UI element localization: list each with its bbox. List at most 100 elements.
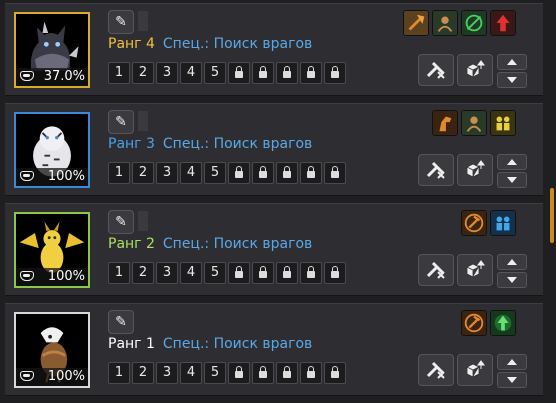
green-up-arrow-icon[interactable] (490, 310, 516, 336)
health-value: 100% (47, 269, 85, 284)
triangle-up-icon (507, 159, 517, 165)
skill-slot[interactable]: 1 (108, 162, 130, 184)
release-button[interactable] (418, 54, 454, 86)
move-up-button[interactable] (497, 54, 527, 70)
pencil-icon: ✎ (115, 14, 127, 30)
health-indicator: 100% (16, 368, 88, 386)
rank-label: Ранг 2 (108, 236, 155, 252)
locked-slot (276, 262, 298, 284)
health-value: 37.0% (43, 69, 85, 84)
skill-slot[interactable]: 4 (180, 62, 202, 84)
move-up-button[interactable] (497, 254, 527, 270)
food-bowl-icon (20, 271, 34, 281)
pet-card[interactable]: 100% ✎ Ранг 1 Спец.: Поиск врагов 1 2 3 4… (5, 303, 543, 396)
axe-icon[interactable] (403, 10, 429, 36)
axe-orange-icon[interactable] (461, 310, 487, 336)
release-paw-icon (426, 261, 445, 279)
rename-button[interactable]: ✎ (108, 10, 134, 34)
stow-button[interactable] (457, 154, 493, 186)
skill-slot[interactable]: 5 (204, 362, 226, 384)
skill-slot[interactable]: 3 (156, 162, 178, 184)
skill-slot[interactable]: 2 (132, 262, 154, 284)
lock-icon (307, 166, 315, 178)
rename-button[interactable]: ✎ (108, 110, 134, 134)
lock-icon (235, 366, 243, 378)
move-up-button[interactable] (497, 354, 527, 370)
pet-card[interactable]: 100% ✎ Ранг 2 Спец.: Поиск врагов 1 2 3 4… (5, 203, 543, 296)
pencil-icon: ✎ (115, 114, 127, 130)
skill-slots: 1 2 3 4 5 (108, 162, 346, 184)
health-indicator: 100% (16, 268, 88, 286)
locked-slot (300, 162, 322, 184)
axe-orange-icon[interactable] (461, 210, 487, 236)
spec-label[interactable]: Спец.: Поиск врагов (163, 136, 312, 152)
scrollbar[interactable] (548, 0, 556, 403)
rename-button[interactable]: ✎ (108, 310, 134, 334)
skill-slot[interactable]: 5 (204, 262, 226, 284)
skill-slot[interactable]: 2 (132, 62, 154, 84)
skill-slot[interactable]: 3 (156, 62, 178, 84)
horse-icon[interactable] (432, 110, 458, 136)
lock-icon (331, 166, 339, 178)
move-down-button[interactable] (497, 372, 527, 388)
rename-button[interactable]: ✎ (108, 210, 134, 234)
rank-label: Ранг 1 (108, 336, 155, 352)
name-placeholder (138, 211, 148, 231)
locked-slot (228, 262, 250, 284)
group-buff-blue-icon[interactable] (490, 210, 516, 236)
spec-label[interactable]: Спец.: Поиск врагов (163, 36, 312, 52)
skill-slots: 1 2 3 4 5 (108, 262, 346, 284)
release-button[interactable] (418, 154, 454, 186)
skill-slot[interactable]: 1 (108, 62, 130, 84)
scrollbar-thumb[interactable] (550, 188, 554, 243)
stow-button[interactable] (457, 54, 493, 86)
skill-slot[interactable]: 4 (180, 162, 202, 184)
locked-slot (228, 62, 250, 84)
spec-label[interactable]: Спец.: Поиск врагов (163, 236, 312, 252)
skill-slot[interactable]: 5 (204, 62, 226, 84)
tracking-icon[interactable] (461, 110, 487, 136)
lock-icon (235, 266, 243, 278)
locked-slot (276, 162, 298, 184)
move-down-button[interactable] (497, 272, 527, 288)
rank-line: Ранг 3 Спец.: Поиск врагов (108, 136, 312, 152)
red-up-arrow-icon[interactable] (490, 10, 516, 36)
stow-button[interactable] (457, 254, 493, 286)
skill-slot[interactable]: 2 (132, 362, 154, 384)
spec-label[interactable]: Спец.: Поиск врагов (163, 336, 312, 352)
pet-portrait[interactable]: 100% (14, 312, 90, 388)
tracking-icon[interactable] (432, 10, 458, 36)
skill-slot[interactable]: 1 (108, 262, 130, 284)
release-paw-icon (426, 361, 445, 379)
locked-slot (324, 262, 346, 284)
skill-slot[interactable]: 4 (180, 362, 202, 384)
release-paw-icon (426, 61, 445, 79)
skill-slot[interactable]: 2 (132, 162, 154, 184)
arrows-icon[interactable] (461, 10, 487, 36)
move-down-button[interactable] (497, 172, 527, 188)
pet-portrait[interactable]: 37.0% (14, 12, 90, 88)
pet-card[interactable]: 37.0% ✎ Ранг 4 Спец.: Поиск врагов 1 2 3 … (5, 3, 543, 96)
pet-portrait[interactable]: 100% (14, 112, 90, 188)
name-placeholder (138, 111, 148, 131)
skill-slot[interactable]: 5 (204, 162, 226, 184)
release-button[interactable] (418, 254, 454, 286)
food-bowl-icon (20, 171, 34, 181)
stow-boxes-icon (466, 360, 485, 378)
skill-slot[interactable]: 4 (180, 262, 202, 284)
rank-line: Ранг 4 Спец.: Поиск врагов (108, 36, 312, 52)
locked-slot (276, 362, 298, 384)
stow-button[interactable] (457, 354, 493, 386)
locked-slot (228, 162, 250, 184)
release-button[interactable] (418, 354, 454, 386)
skill-slot[interactable]: 1 (108, 362, 130, 384)
skill-slot[interactable]: 3 (156, 362, 178, 384)
move-down-button[interactable] (497, 72, 527, 88)
move-up-button[interactable] (497, 154, 527, 170)
lock-icon (235, 66, 243, 78)
skill-slot[interactable]: 3 (156, 262, 178, 284)
name-placeholder (138, 11, 148, 31)
pet-card[interactable]: 100% ✎ Ранг 3 Спец.: Поиск врагов 1 2 3 4… (5, 103, 543, 196)
pet-portrait[interactable]: 100% (14, 212, 90, 288)
group-buff-icon[interactable] (490, 110, 516, 136)
